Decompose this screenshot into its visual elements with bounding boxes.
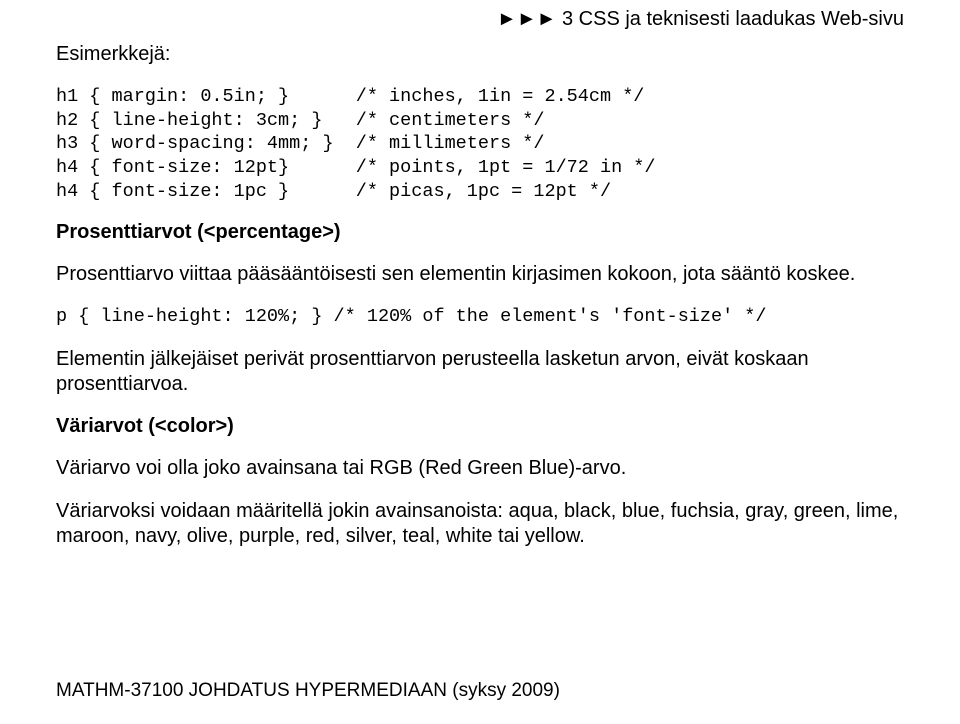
header-arrows: ►►► — [497, 8, 556, 30]
inheritance-paragraph: Elementin jälkejäiset perivät prosenttia… — [56, 347, 904, 397]
color-paragraph-1: Väriarvo voi olla joko avainsana tai RGB… — [56, 456, 904, 481]
document-body: Esimerkkejä: h1 { margin: 0.5in; } /* in… — [56, 0, 904, 549]
section-heading-percentage: Prosenttiarvot (<percentage>) — [56, 221, 904, 244]
header-text: 3 CSS ja teknisesti laadukas Web-sivu — [562, 8, 904, 30]
running-header: ►►► 3 CSS ja teknisesti laadukas Web-siv… — [497, 8, 904, 31]
page: ►►► 3 CSS ja teknisesti laadukas Web-siv… — [0, 0, 960, 724]
percentage-description: Prosenttiarvo viittaa pääsääntöisesti se… — [56, 262, 904, 287]
examples-heading: Esimerkkejä: — [56, 42, 904, 67]
color-paragraph-2: Väriarvoksi voidaan määritellä jokin ava… — [56, 499, 904, 549]
page-footer: MATHM-37100 JOHDATUS HYPERMEDIAAN (syksy… — [56, 680, 560, 702]
code-block-percentage: p { line-height: 120%; } /* 120% of the … — [56, 305, 904, 329]
code-block-units: h1 { margin: 0.5in; } /* inches, 1in = 2… — [56, 85, 904, 203]
section-heading-color: Väriarvot (<color>) — [56, 415, 904, 438]
